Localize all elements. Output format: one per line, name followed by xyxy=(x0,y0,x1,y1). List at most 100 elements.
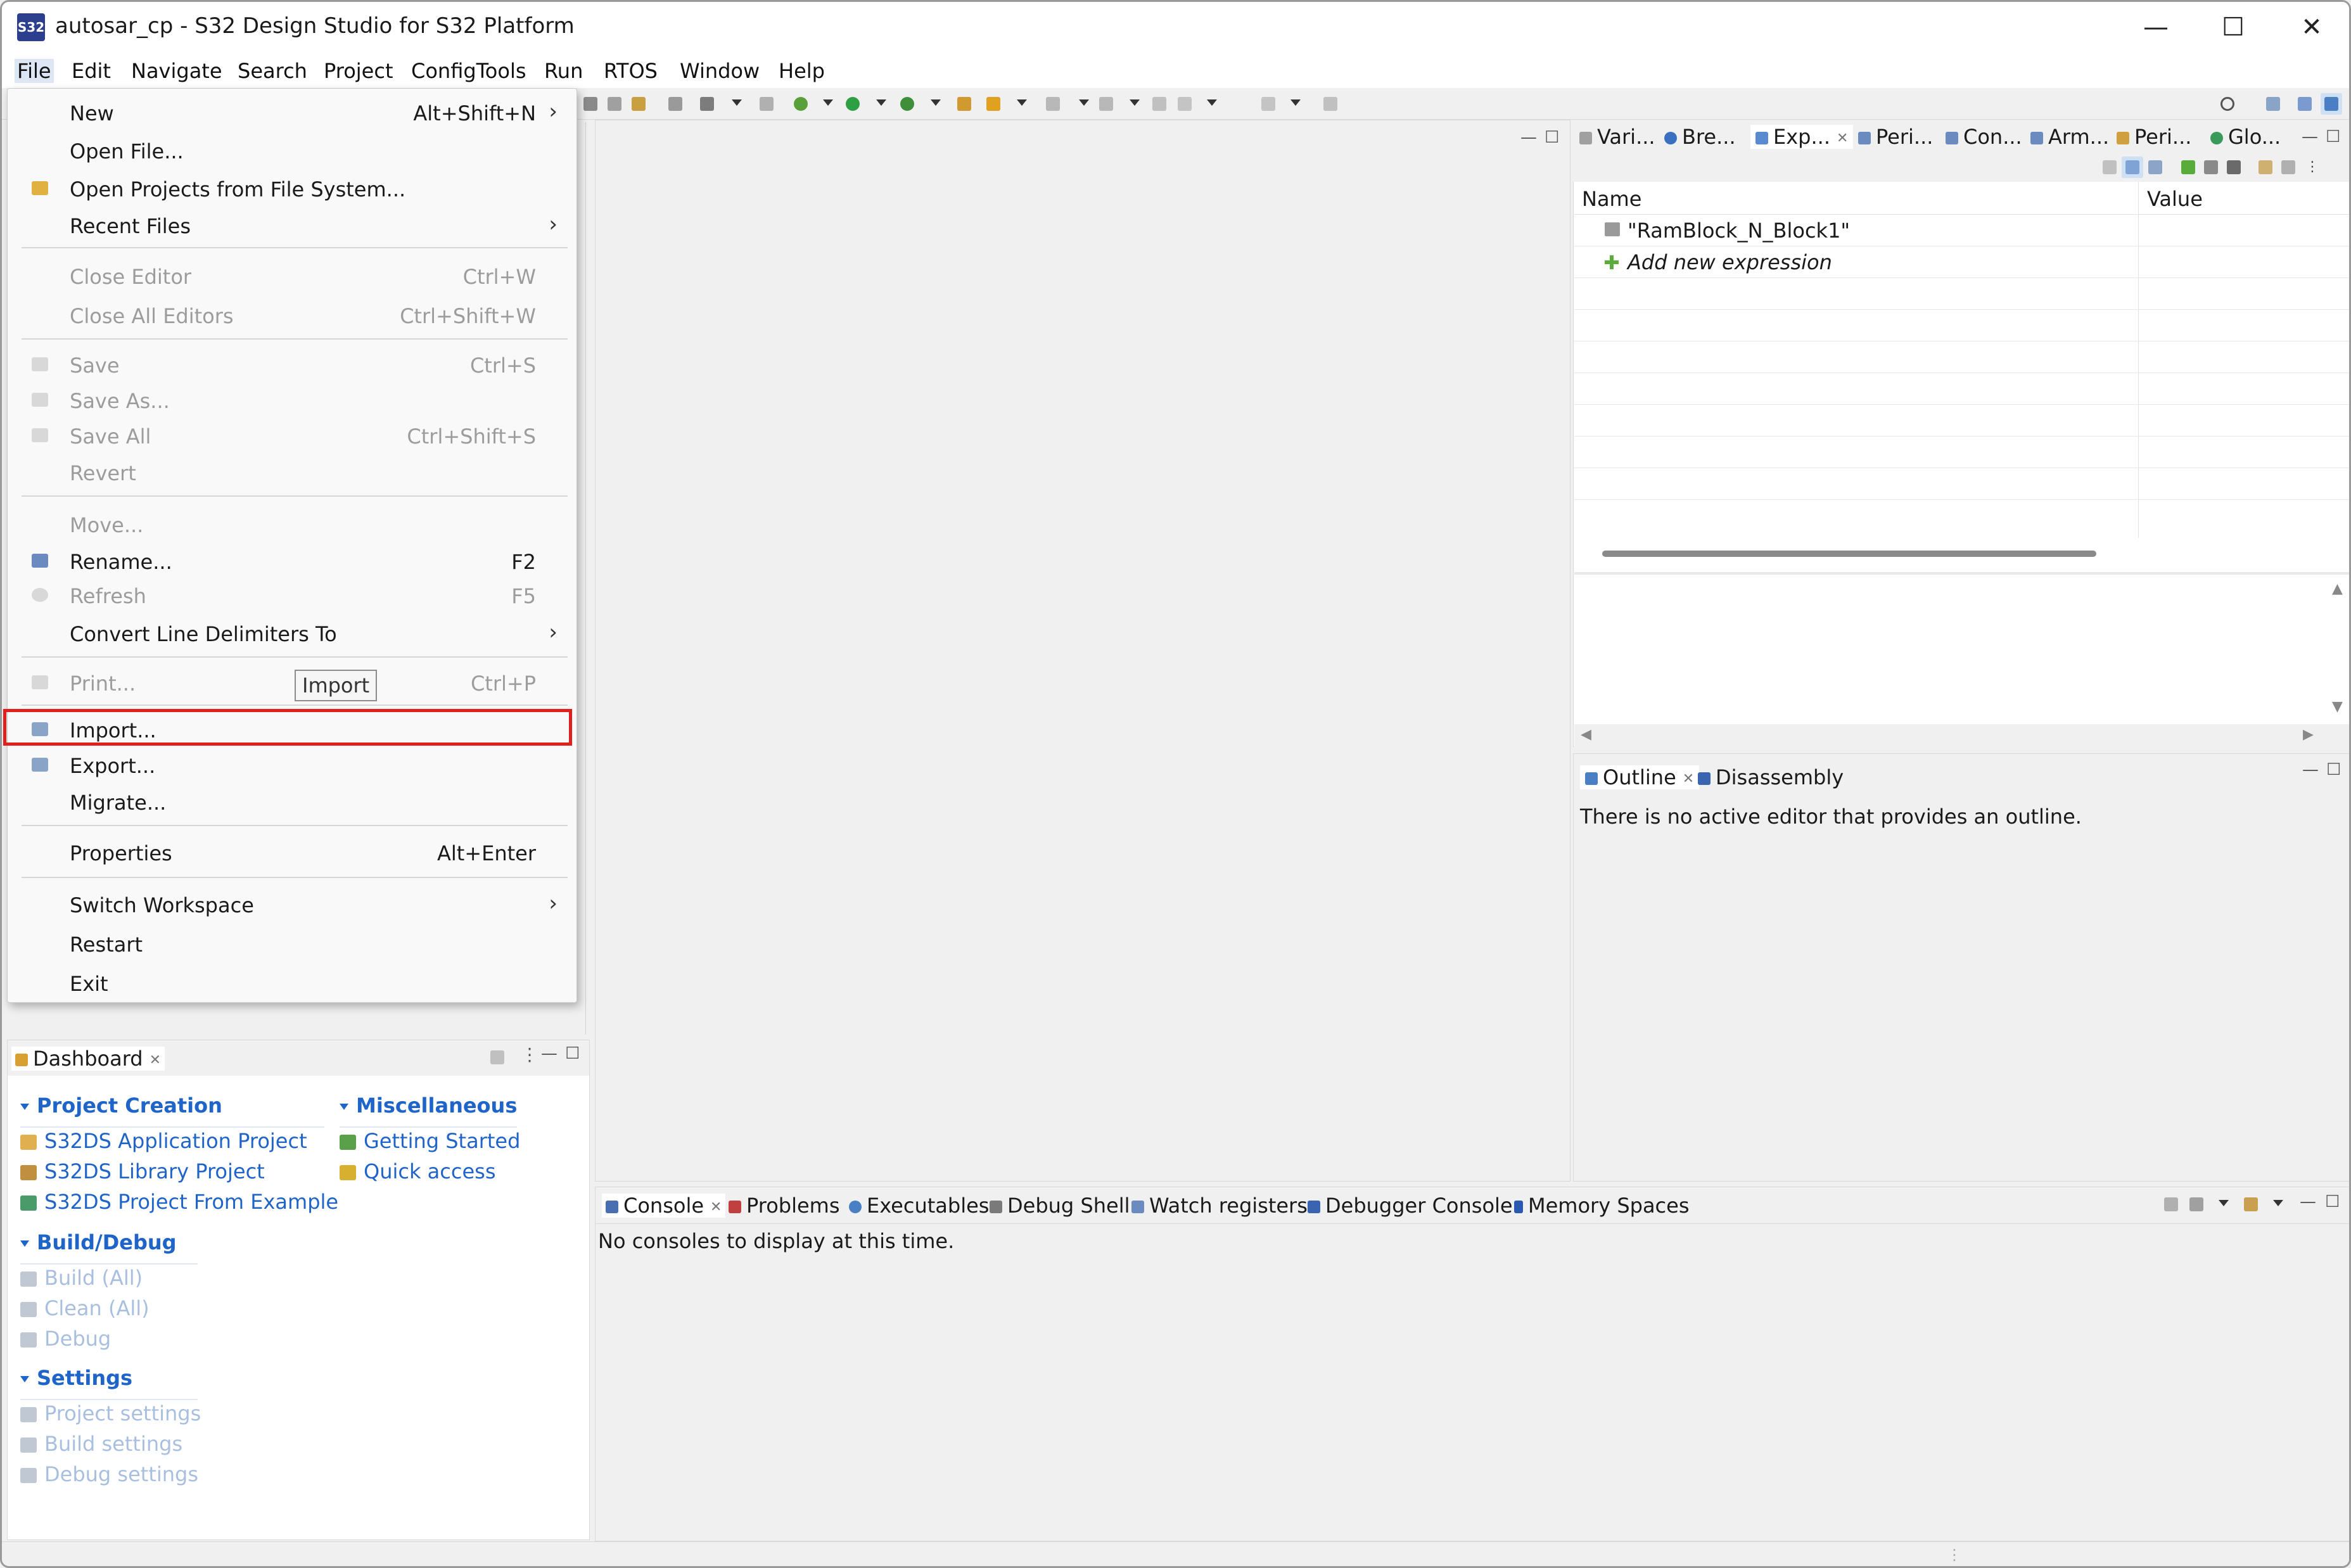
section-build-debug[interactable]: Build/Debug xyxy=(20,1230,177,1254)
debug-tool-icon[interactable] xyxy=(628,93,649,115)
refresh-debug-icon[interactable] xyxy=(665,93,686,115)
debug-icon[interactable] xyxy=(790,93,812,115)
section-project-creation[interactable]: Project Creation xyxy=(20,1093,222,1118)
minimize-icon[interactable]: — xyxy=(2302,127,2318,146)
terminate-icon[interactable] xyxy=(604,93,625,115)
menu-item-save-as[interactable]: Save As... xyxy=(8,383,577,418)
tab-outline[interactable]: Outline ✕ xyxy=(1580,765,1700,789)
vertical-scrollbar[interactable]: ▲ ▼ xyxy=(2326,575,2349,724)
menu-item-new[interactable]: New Alt+Shift+N › xyxy=(8,95,577,131)
details-horizontal-scrollbar[interactable]: ◀ ▶ xyxy=(1574,724,2349,747)
run-dropdown-icon[interactable] xyxy=(869,93,890,115)
open-perspective-icon[interactable] xyxy=(2262,93,2284,115)
skip-breakpoints-icon[interactable] xyxy=(580,93,601,115)
s32ds-project-from-example-link[interactable]: S32DS Project From Example xyxy=(20,1190,338,1214)
flash-tool-icon[interactable] xyxy=(983,93,1004,115)
debug-link[interactable]: Debug xyxy=(20,1327,111,1351)
menu-item-save[interactable]: Save Ctrl+S xyxy=(8,347,577,383)
horizontal-scrollbar[interactable] xyxy=(1602,551,2096,557)
s32ds-library-project-link[interactable]: S32DS Library Project xyxy=(20,1159,265,1183)
forward-dropdown-icon[interactable] xyxy=(1283,93,1304,115)
annotation-prev-dropdown-icon[interactable] xyxy=(1122,93,1144,115)
debug-settings-link[interactable]: Debug settings xyxy=(20,1462,198,1486)
add-expression-icon[interactable] xyxy=(2177,156,2199,178)
menu-rtos[interactable]: RTOS xyxy=(604,59,658,83)
build-settings-link[interactable]: Build settings xyxy=(20,1432,182,1456)
table-row[interactable]: "RamBlock_N_Block1" xyxy=(1574,215,2349,246)
menu-item-open-projects[interactable]: Open Projects from File System... xyxy=(8,171,577,207)
quick-access-link[interactable]: Quick access xyxy=(340,1159,495,1183)
search-icon[interactable] xyxy=(2217,93,2238,115)
maximize-icon[interactable]: ☐ xyxy=(2326,760,2341,779)
tab-arm-registers[interactable]: Arm... xyxy=(2030,125,2109,149)
menu-item-print[interactable]: Print... Ctrl+P xyxy=(8,665,577,701)
menu-configtools[interactable]: ConfigTools xyxy=(411,59,526,83)
menu-item-restart[interactable]: Restart xyxy=(8,926,577,962)
tab-memory-spaces[interactable]: Memory Spaces xyxy=(1514,1194,1690,1218)
tab-peripherals-2[interactable]: Peri... xyxy=(2117,125,2191,149)
menu-item-close-editor[interactable]: Close Editor Ctrl+W xyxy=(8,258,577,294)
view-menu-icon[interactable]: ⋮ xyxy=(2302,156,2323,178)
menu-item-recent-files[interactable]: Recent Files › xyxy=(8,208,577,243)
new-view-icon[interactable] xyxy=(2255,156,2276,178)
debug-perspective-icon[interactable] xyxy=(2321,93,2342,115)
minimize-icon[interactable]: — xyxy=(1520,128,1537,147)
build-all-link[interactable]: Build (All) xyxy=(20,1266,143,1290)
remove-icon[interactable] xyxy=(2200,156,2222,178)
menu-item-rename[interactable]: Rename... F2 xyxy=(8,544,577,579)
tab-problems[interactable]: Problems xyxy=(729,1194,840,1218)
add-new-expression[interactable]: Add new expression xyxy=(1628,250,1832,274)
maximize-icon[interactable]: ☐ xyxy=(1545,128,1559,147)
build-icon[interactable] xyxy=(756,93,777,115)
tab-globals[interactable]: Glo... xyxy=(2210,125,2281,149)
minimize-icon[interactable]: — xyxy=(2300,1192,2316,1211)
scroll-down-icon[interactable]: ▼ xyxy=(2332,699,2343,715)
show-type-icon[interactable] xyxy=(2099,156,2120,178)
tab-watch-registers[interactable]: Watch registers xyxy=(1131,1194,1308,1218)
getting-started-link[interactable]: Getting Started xyxy=(340,1129,520,1153)
tab-debugger-console[interactable]: Debugger Console xyxy=(1308,1194,1513,1218)
open-console-dropdown-icon[interactable] xyxy=(2265,1194,2287,1215)
menu-item-migrate[interactable]: Migrate... xyxy=(8,784,577,820)
menu-item-move[interactable]: Move... xyxy=(8,507,577,542)
open-console-icon[interactable] xyxy=(2240,1194,2262,1215)
close-tab-icon[interactable]: ✕ xyxy=(1683,771,1694,787)
section-settings[interactable]: Settings xyxy=(20,1366,132,1390)
menu-help[interactable]: Help xyxy=(779,59,825,83)
menu-project[interactable]: Project xyxy=(324,59,393,83)
menu-run[interactable]: Run xyxy=(544,59,583,83)
column-header-value[interactable]: Value xyxy=(2147,187,2203,211)
tab-registers[interactable]: Con... xyxy=(1946,125,2022,149)
back-icon[interactable] xyxy=(1174,93,1195,115)
maximize-icon[interactable]: ☐ xyxy=(565,1044,580,1063)
stop-icon[interactable] xyxy=(696,93,718,115)
menu-item-save-all[interactable]: Save All Ctrl+Shift+S xyxy=(8,418,577,454)
column-divider[interactable] xyxy=(2138,182,2139,214)
open-type-icon[interactable] xyxy=(953,93,975,115)
tab-variables[interactable]: Vari... xyxy=(1579,125,1655,149)
scroll-right-icon[interactable]: ▶ xyxy=(2303,727,2314,743)
project-settings-link[interactable]: Project settings xyxy=(20,1401,201,1425)
external-tools-icon[interactable] xyxy=(896,93,918,115)
debug-dropdown-icon[interactable] xyxy=(815,93,837,115)
menu-item-export[interactable]: Export... xyxy=(8,748,577,783)
maximize-icon[interactable]: ☐ xyxy=(2326,127,2340,146)
close-tab-icon[interactable]: ✕ xyxy=(1837,131,1848,146)
tab-expressions[interactable]: Exp... ✕ xyxy=(1750,125,1854,149)
clean-all-link[interactable]: Clean (All) xyxy=(20,1296,150,1320)
remove-all-icon[interactable] xyxy=(2223,156,2245,178)
menu-item-open-file[interactable]: Open File... xyxy=(8,133,577,169)
menu-file[interactable]: File xyxy=(15,59,54,83)
flash-dropdown-icon[interactable] xyxy=(1009,93,1031,115)
tab-breakpoints[interactable]: Bre... xyxy=(1664,125,1736,149)
menu-search[interactable]: Search xyxy=(238,59,307,83)
collapse-all-icon[interactable] xyxy=(2144,156,2166,178)
s32ds-application-project-link[interactable]: S32DS Application Project xyxy=(20,1129,307,1153)
annotation-next-icon[interactable] xyxy=(1042,93,1064,115)
menu-item-close-all-editors[interactable]: Close All Editors Ctrl+Shift+W xyxy=(8,298,577,333)
menu-navigate[interactable]: Navigate xyxy=(131,59,222,83)
minimize-button[interactable]: — xyxy=(2118,7,2194,48)
run-icon[interactable] xyxy=(842,93,863,115)
menu-window[interactable]: Window xyxy=(680,59,760,83)
maximize-icon[interactable]: ☐ xyxy=(2325,1192,2340,1211)
